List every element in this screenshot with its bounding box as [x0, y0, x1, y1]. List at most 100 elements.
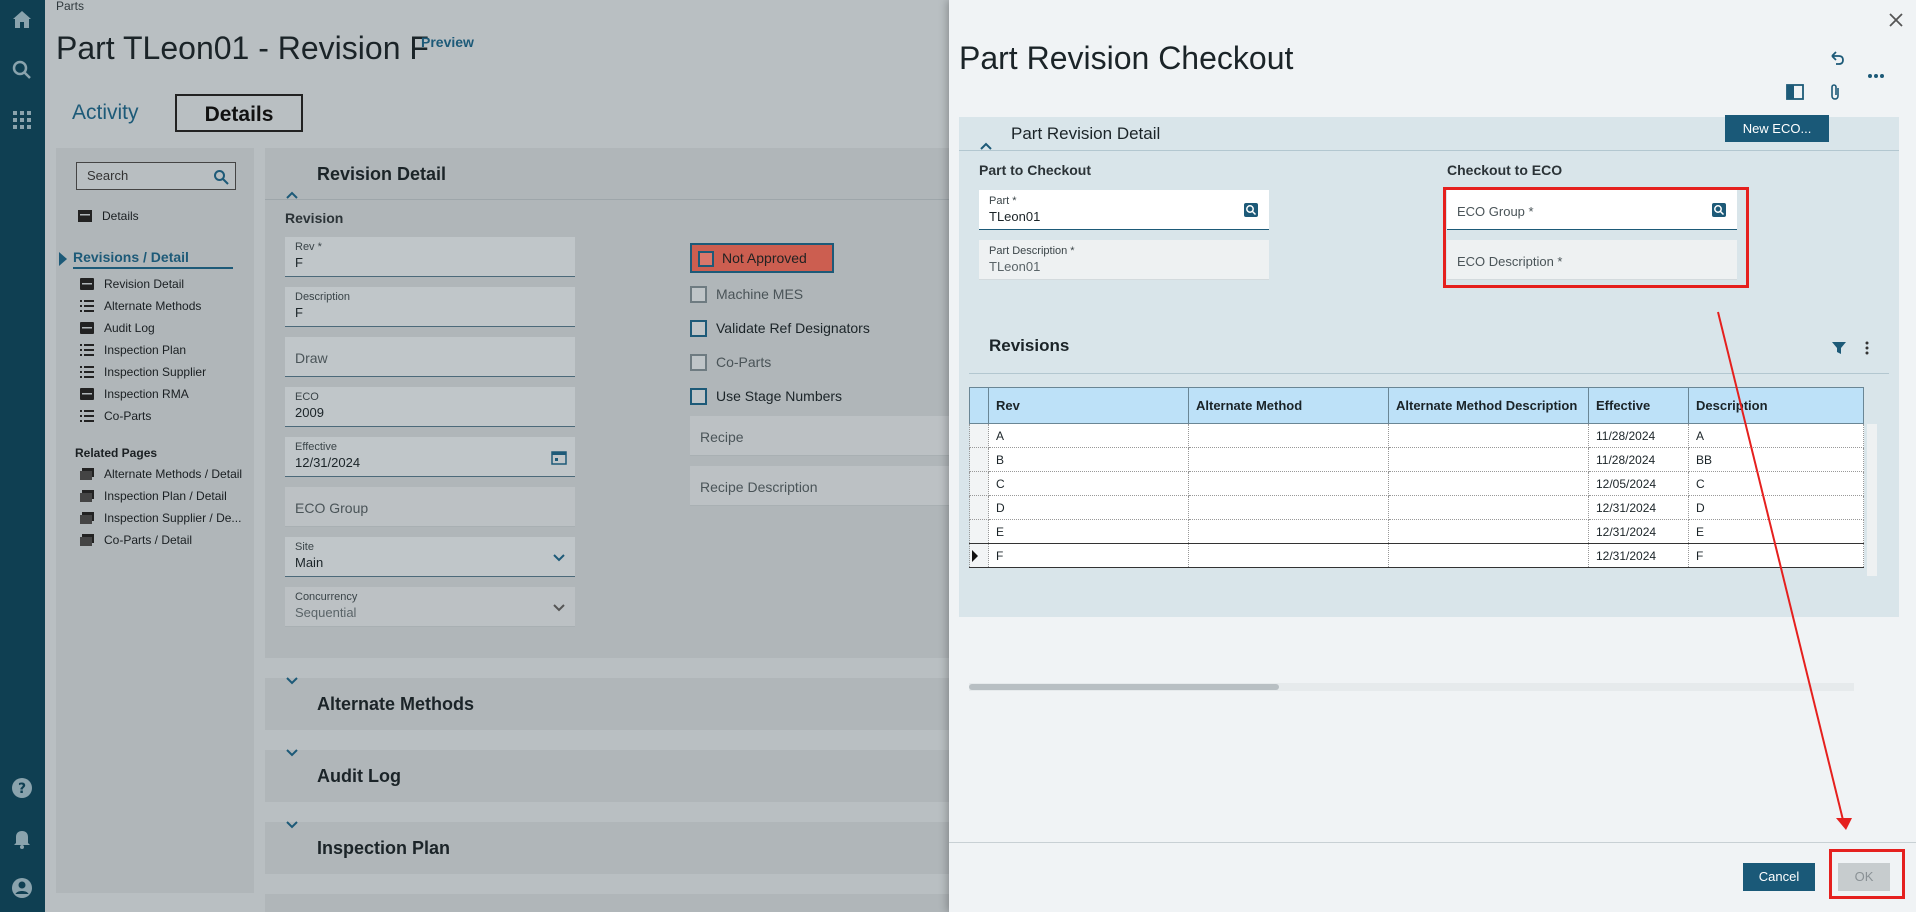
revision-detail-header[interactable]: Revision Detail	[265, 148, 949, 200]
related-inspection-supplier-detail[interactable]: Inspection Supplier / De...	[80, 510, 241, 526]
draw-field[interactable]: Draw	[285, 337, 575, 377]
cell-rev[interactable]: B	[988, 447, 1189, 472]
cell-description[interactable]: C	[1688, 471, 1864, 496]
chevron-down-icon[interactable]	[551, 549, 567, 565]
horizontal-scrollbar[interactable]	[969, 683, 1854, 691]
cell-effective[interactable]: 12/05/2024	[1588, 471, 1689, 496]
lookup-search-icon[interactable]	[1243, 202, 1259, 218]
nav-search-input[interactable]: Search	[76, 162, 236, 190]
tab-activity[interactable]: Activity	[72, 94, 139, 132]
cell-description[interactable]: E	[1688, 519, 1864, 544]
cell-rev[interactable]: F	[988, 543, 1189, 568]
cell-rev[interactable]: D	[988, 495, 1189, 520]
effective-date-field[interactable]: Effective 12/31/2024	[285, 437, 575, 477]
table-row[interactable]: A 11/28/2024 A	[969, 423, 1864, 448]
preview-link[interactable]: Preview	[421, 34, 474, 50]
cell-alt-method-desc[interactable]	[1388, 447, 1589, 472]
cell-alt-method[interactable]	[1188, 495, 1389, 520]
cancel-button[interactable]: Cancel	[1743, 863, 1815, 891]
cell-alt-method-desc[interactable]	[1388, 519, 1589, 544]
nav-revisions-detail[interactable]: Revisions / Detail	[73, 249, 233, 269]
apps-grid-icon[interactable]	[10, 108, 34, 132]
cell-alt-method[interactable]	[1188, 447, 1389, 472]
cell-description[interactable]: F	[1688, 543, 1864, 568]
row-selector[interactable]	[969, 543, 989, 568]
row-selector[interactable]	[969, 447, 989, 472]
cell-alt-method-desc[interactable]	[1388, 543, 1589, 568]
audit-log-header[interactable]: Audit Log	[265, 749, 949, 802]
related-inspection-plan-detail[interactable]: Inspection Plan / Detail	[80, 488, 227, 504]
checkbox-box[interactable]	[690, 320, 707, 337]
home-icon[interactable]	[10, 8, 34, 32]
cell-alt-method[interactable]	[1188, 543, 1389, 568]
search-icon[interactable]	[10, 58, 34, 82]
description-field[interactable]: Description F	[285, 287, 575, 327]
nav-item-inspection-rma[interactable]: Inspection RMA	[80, 386, 189, 402]
col-rev[interactable]: Rev	[988, 387, 1189, 424]
tab-details[interactable]: Details	[175, 94, 303, 132]
cell-description[interactable]: BB	[1688, 447, 1864, 472]
new-eco-button[interactable]: New ECO...	[1725, 115, 1829, 142]
search-icon[interactable]	[213, 168, 229, 185]
inspection-plan-header[interactable]: Inspection Plan	[265, 821, 949, 874]
cell-alt-method[interactable]	[1188, 471, 1389, 496]
breadcrumb[interactable]: Parts	[56, 0, 84, 13]
cell-description[interactable]: D	[1688, 495, 1864, 520]
more-options-icon[interactable]	[1866, 66, 1886, 86]
cell-rev[interactable]: E	[988, 519, 1189, 544]
rev-field[interactable]: Rev * F	[285, 237, 575, 277]
cell-alt-method-desc[interactable]	[1388, 423, 1589, 448]
cell-effective[interactable]: 11/28/2024	[1588, 447, 1689, 472]
vertical-scrollbar[interactable]	[1867, 424, 1877, 576]
related-alternate-methods-detail[interactable]: Alternate Methods / Detail	[80, 466, 242, 482]
calendar-icon[interactable]	[551, 449, 567, 465]
cell-description[interactable]: A	[1688, 423, 1864, 448]
nav-item-co-parts[interactable]: Co-Parts	[80, 408, 151, 424]
table-row[interactable]: C 12/05/2024 C	[969, 471, 1864, 496]
related-co-parts-detail[interactable]: Co-Parts / Detail	[80, 532, 192, 548]
cell-effective[interactable]: 12/31/2024	[1588, 495, 1689, 520]
cell-alt-method-desc[interactable]	[1388, 495, 1589, 520]
nav-details[interactable]: Details	[78, 208, 139, 224]
filter-icon[interactable]	[1831, 340, 1847, 356]
bell-icon[interactable]	[10, 826, 34, 850]
col-alternate-method[interactable]: Alternate Method	[1188, 387, 1389, 424]
panel-icon[interactable]	[1785, 82, 1805, 102]
col-alternate-method-description[interactable]: Alternate Method Description	[1388, 387, 1589, 424]
cell-alt-method-desc[interactable]	[1388, 471, 1589, 496]
eco-field[interactable]: ECO 2009	[285, 387, 575, 427]
nav-item-inspection-supplier[interactable]: Inspection Supplier	[80, 364, 206, 380]
nav-item-audit-log[interactable]: Audit Log	[80, 320, 155, 336]
table-row[interactable]: B 11/28/2024 BB	[969, 447, 1864, 472]
grid-menu-icon[interactable]	[1859, 340, 1875, 356]
checkbox-box[interactable]	[690, 388, 707, 405]
paperclip-icon[interactable]	[1825, 82, 1845, 102]
user-icon[interactable]	[10, 876, 34, 900]
col-description[interactable]: Description	[1688, 387, 1864, 424]
part-field[interactable]: Part * TLeon01	[979, 190, 1269, 230]
site-select[interactable]: Site Main	[285, 537, 575, 577]
scrollbar-thumb[interactable]	[969, 684, 1279, 690]
table-row[interactable]: D 12/31/2024 D	[969, 495, 1864, 520]
close-icon[interactable]	[1888, 12, 1904, 28]
row-selector[interactable]	[969, 519, 989, 544]
cell-effective[interactable]: 12/31/2024	[1588, 543, 1689, 568]
validate-ref-designators-checkbox[interactable]: Validate Ref Designators	[690, 319, 870, 339]
approval-status-toggle[interactable]: Not Approved	[690, 243, 834, 273]
col-effective[interactable]: Effective	[1588, 387, 1689, 424]
approved-checkbox[interactable]	[698, 251, 714, 267]
cell-effective[interactable]: 11/28/2024	[1588, 423, 1689, 448]
undo-icon[interactable]	[1827, 49, 1847, 69]
table-row[interactable]: E 12/31/2024 E	[969, 519, 1864, 544]
cell-rev[interactable]: C	[988, 471, 1189, 496]
row-selector[interactable]	[969, 423, 989, 448]
nav-item-inspection-plan[interactable]: Inspection Plan	[80, 342, 186, 358]
cell-effective[interactable]: 12/31/2024	[1588, 519, 1689, 544]
table-row-current[interactable]: F 12/31/2024 F	[969, 543, 1864, 568]
alternate-methods-header[interactable]: Alternate Methods	[265, 677, 949, 730]
nav-item-revision-detail[interactable]: Revision Detail	[80, 276, 184, 292]
help-icon[interactable]: ?	[10, 776, 34, 800]
cell-alt-method[interactable]	[1188, 423, 1389, 448]
row-selector[interactable]	[969, 471, 989, 496]
part-revision-detail-header[interactable]: Part Revision Detail New ECO...	[959, 115, 1899, 151]
